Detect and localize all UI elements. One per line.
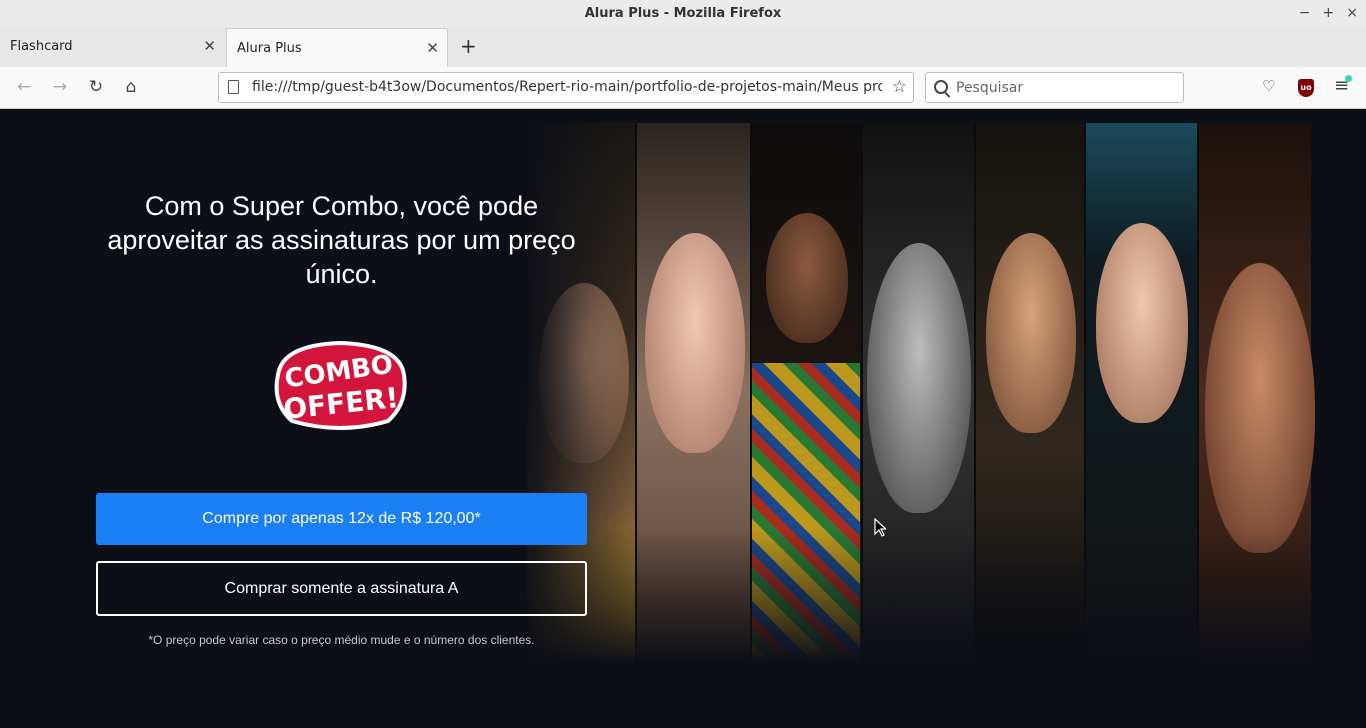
price-disclaimer: *O preço pode variar caso o preço médio …	[148, 633, 535, 647]
combo-offer-badge: COMBO OFFER!	[274, 336, 407, 432]
tab-alura-plus[interactable]: Alura Plus ✕	[226, 28, 448, 67]
maximize-icon[interactable]: +	[1323, 0, 1335, 27]
photo-person-4	[861, 123, 974, 663]
people-photo-collage	[527, 123, 1315, 663]
buy-combo-button[interactable]: Compre por apenas 12x de R$ 120,00*	[96, 493, 587, 545]
tab-bar: Flashcard ✕ Alura Plus ✕ +	[0, 27, 1366, 67]
home-icon[interactable]: ⌂	[120, 76, 142, 98]
new-tab-icon[interactable]: +	[460, 27, 477, 65]
mouse-cursor-icon	[874, 518, 886, 537]
navigation-toolbar: ← → ↻ ⌂ file:///tmp/guest-b4t3ow/Documen…	[0, 67, 1366, 109]
url-text[interactable]: file:///tmp/guest-b4t3ow/Documentos/Repe…	[252, 73, 882, 102]
close-tab-icon[interactable]: ✕	[426, 29, 439, 68]
photo-person-2	[635, 123, 750, 663]
close-tab-icon[interactable]: ✕	[203, 27, 216, 66]
page-icon	[228, 80, 239, 94]
photo-person-6	[1084, 123, 1197, 663]
search-bar[interactable]	[925, 72, 1184, 103]
minimize-icon[interactable]: −	[1299, 0, 1311, 27]
photo-person-7	[1196, 123, 1315, 663]
bookmark-star-icon[interactable]: ☆	[892, 73, 907, 102]
url-bar[interactable]: file:///tmp/guest-b4t3ow/Documentos/Repe…	[218, 72, 914, 103]
tab-label: Alura Plus	[237, 41, 302, 56]
tab-label: Flashcard	[10, 39, 73, 54]
page-headline: Com o Super Combo, você pode aproveitar …	[107, 191, 576, 289]
photo-person-3	[749, 123, 862, 663]
window-title: Alura Plus - Mozilla Firefox	[584, 6, 782, 21]
back-icon[interactable]: ←	[13, 76, 35, 98]
forward-icon[interactable]: →	[49, 76, 71, 98]
reload-icon[interactable]: ↻	[85, 76, 107, 98]
window-titlebar: Alura Plus - Mozilla Firefox − + ×	[0, 0, 1366, 27]
ublock-icon[interactable]: uo	[1298, 79, 1314, 97]
update-dot-icon	[1345, 75, 1352, 82]
close-window-icon[interactable]: ×	[1346, 0, 1358, 27]
tab-flashcard[interactable]: Flashcard ✕	[0, 27, 224, 66]
photo-person-5	[973, 123, 1085, 663]
page-viewport: Com o Super Combo, você pode aproveitar …	[0, 109, 1366, 728]
pocket-icon[interactable]: ♡	[1262, 77, 1275, 95]
window-controls: − + ×	[1299, 0, 1358, 27]
search-icon	[934, 80, 948, 94]
search-input[interactable]	[956, 73, 1176, 102]
buy-single-subscription-button[interactable]: Comprar somente a assinatura A	[96, 561, 587, 616]
